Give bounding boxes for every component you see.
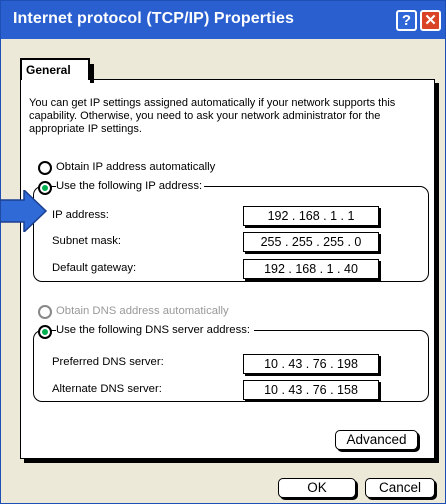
subnet-mask-field[interactable]: 255 . 255 . 255 . 0 xyxy=(243,232,379,252)
advanced-button[interactable]: Advanced xyxy=(335,430,418,450)
alternate-dns-label: Alternate DNS server: xyxy=(52,383,162,395)
ip-address-field[interactable]: 192 . 168 . 1 . 1 xyxy=(243,206,379,226)
use-following-dns-label[interactable]: Use the following DNS server address: xyxy=(56,324,255,336)
arrow-right-icon xyxy=(0,190,48,232)
title-bar[interactable]: Internet protocol (TCP/IP) Properties ? … xyxy=(1,1,445,39)
cancel-button[interactable]: Cancel xyxy=(365,478,435,498)
ok-button[interactable]: OK xyxy=(278,478,356,498)
subnet-mask-label: Subnet mask: xyxy=(52,235,122,247)
general-panel: You can get IP settings assigned automat… xyxy=(20,79,435,459)
default-gateway-label: Default gateway: xyxy=(52,262,137,274)
obtain-dns-auto-label[interactable]: Obtain DNS address automatically xyxy=(56,305,229,317)
preferred-dns-field[interactable]: 10 . 43 . 76 . 198 xyxy=(243,354,379,374)
default-gateway-field[interactable]: 192 . 168 . 1 . 40 xyxy=(243,259,379,279)
obtain-dns-auto-radio[interactable] xyxy=(38,305,52,319)
intro-text: You can get IP settings assigned automat… xyxy=(29,97,396,135)
tab-general[interactable]: General xyxy=(20,58,94,83)
alternate-dns-field[interactable]: 10 . 43 . 76 . 158 xyxy=(243,380,379,400)
preferred-dns-label: Preferred DNS server: xyxy=(52,356,164,368)
close-button[interactable]: ✕ xyxy=(420,10,441,31)
obtain-ip-auto-label[interactable]: Obtain IP address automatically xyxy=(56,161,215,173)
use-following-dns-radio[interactable] xyxy=(38,325,52,339)
help-button[interactable]: ? xyxy=(396,10,417,31)
ip-address-label: IP address: xyxy=(52,209,109,221)
window-title: Internet protocol (TCP/IP) Properties xyxy=(13,10,295,27)
properties-dialog: Internet protocol (TCP/IP) Properties ? … xyxy=(0,0,446,504)
use-following-ip-label[interactable]: Use the following IP address: xyxy=(56,180,205,192)
obtain-ip-auto-radio[interactable] xyxy=(38,161,52,175)
